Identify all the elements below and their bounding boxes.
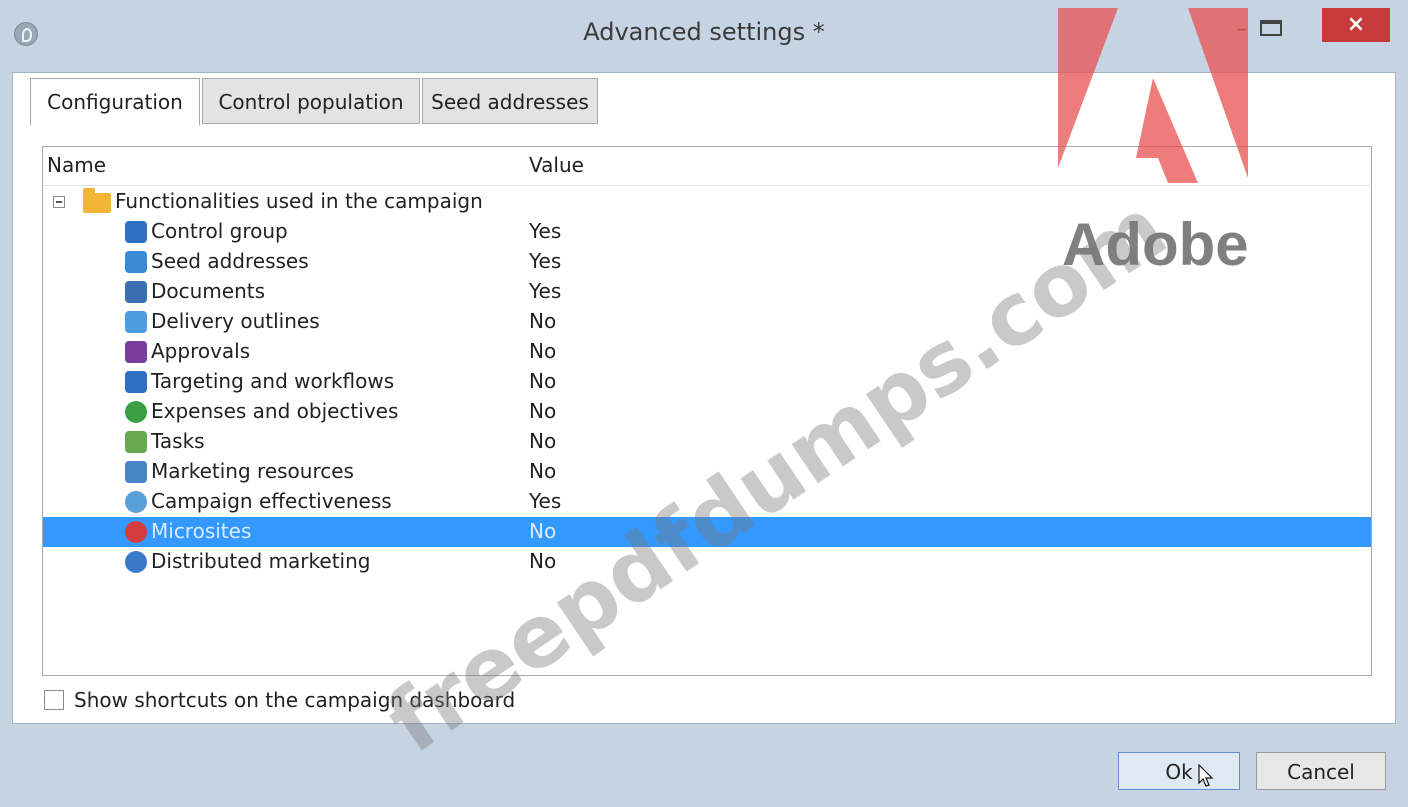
list-item-value: No (529, 369, 557, 393)
documents-icon (125, 281, 147, 303)
expenses-objectives-icon (125, 401, 147, 423)
list-item-name: Seed addresses (151, 249, 309, 273)
collapse-toggle-icon[interactable] (53, 196, 65, 208)
list-item-name: Documents (151, 279, 266, 303)
list-item-name: Microsites (151, 519, 252, 543)
list-item-name: Targeting and workflows (151, 369, 395, 393)
list-item-value: No (529, 399, 557, 423)
list-item-name: Campaign effectiveness (151, 489, 392, 513)
list-item-name: Control group (151, 219, 288, 243)
list-item-value: No (529, 519, 557, 543)
targeting-workflows-icon (125, 371, 147, 393)
campaign-effectiveness-icon (125, 491, 147, 513)
list-item-value: Yes (529, 249, 562, 273)
list-item-name: Expenses and objectives (151, 399, 399, 423)
list-item-name: Marketing resources (151, 459, 354, 483)
folder-icon (83, 188, 111, 213)
column-header-value[interactable]: Value (529, 153, 584, 177)
control-group-icon (125, 221, 147, 243)
list-item-value: No (529, 309, 557, 333)
delivery-outlines-icon (125, 311, 147, 333)
list-item[interactable]: Documents Yes (43, 277, 1371, 307)
group-label: Functionalities used in the campaign (115, 189, 483, 213)
list-item-name: Tasks (151, 429, 205, 453)
tab-configuration[interactable]: Configuration (30, 78, 200, 126)
list-item-value: No (529, 429, 557, 453)
column-header-name[interactable]: Name (47, 153, 106, 177)
list-item-name: Approvals (151, 339, 251, 363)
show-shortcuts-checkbox[interactable] (44, 690, 64, 710)
marketing-resources-icon (125, 461, 147, 483)
list-item-value: No (529, 339, 557, 363)
dialog-window: Advanced settings * – × Configuration Co… (0, 0, 1408, 807)
list-item[interactable]: Expenses and objectives No (43, 397, 1371, 427)
list-item-name: Delivery outlines (151, 309, 320, 333)
list-item[interactable]: Targeting and workflows No (43, 367, 1371, 397)
maximize-button[interactable] (1260, 20, 1282, 36)
tasks-icon (125, 431, 147, 453)
list-item-value: Yes (529, 219, 562, 243)
list-item-value: Yes (529, 489, 562, 513)
microsites-icon (125, 521, 147, 543)
tab-control-population[interactable]: Control population (202, 78, 420, 124)
distributed-marketing-icon (125, 551, 147, 573)
approvals-icon (125, 341, 147, 363)
cancel-button[interactable]: Cancel (1256, 752, 1386, 790)
list-item[interactable]: Approvals No (43, 337, 1371, 367)
list-item-value: Yes (529, 279, 562, 303)
tab-seed-addresses[interactable]: Seed addresses (422, 78, 598, 124)
list-item-value: No (529, 459, 557, 483)
list-item[interactable]: Tasks No (43, 427, 1371, 457)
ok-button[interactable]: Ok (1118, 752, 1240, 790)
seed-addresses-icon (125, 251, 147, 273)
mouse-cursor-icon (1198, 764, 1214, 787)
list-item[interactable]: Delivery outlines No (43, 307, 1371, 337)
close-button[interactable]: × (1322, 8, 1390, 42)
list-item-name: Distributed marketing (151, 549, 371, 573)
